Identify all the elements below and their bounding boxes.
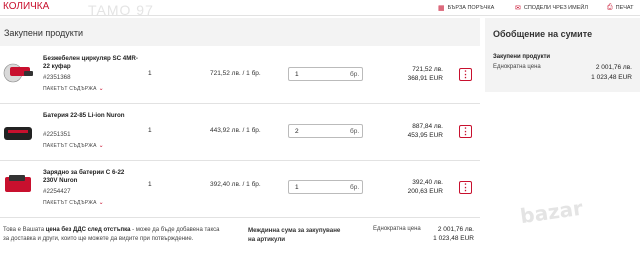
row-menu-button[interactable]: ⋮ (459, 181, 472, 194)
unit-price: 721,52 лв. / 1 бр. (210, 70, 261, 77)
product-number: #2254427 (43, 188, 71, 195)
bazar-watermark: bazar (518, 195, 585, 229)
chevron-down-icon: ⌄ (98, 143, 104, 149)
summary-total-bgn: 2 001,76 лв. (595, 64, 632, 71)
chevron-down-icon: ⌄ (98, 86, 104, 92)
row-menu-button[interactable]: ⋮ (459, 68, 472, 81)
product-number: #2351368 (43, 74, 71, 81)
print-link[interactable]: ⎙ ПЕЧАТ (607, 4, 634, 12)
quantity-label: 1 (148, 181, 152, 188)
package-toggle[interactable]: ПАКЕТЪТ СЪДЪРЖА ⌄ (43, 142, 104, 149)
battery-image (4, 127, 32, 140)
summary-title: Обобщение на сумите (493, 29, 593, 39)
chevron-down-icon: ⌄ (98, 200, 104, 206)
product-name[interactable]: Батерия 22-85 Li-ion Nuron (43, 112, 138, 120)
summary-subtitle: Закупени продукти (493, 54, 551, 60)
fast-order-link[interactable]: ▦ БЪРЗА ПОРЪЧКА (438, 4, 494, 12)
summary-total-eur: 1 023,48 EUR (591, 74, 632, 81)
summary-panel: Обобщение на сумите Закупени продукти Ед… (485, 18, 640, 92)
fast-order-icon: ▦ (438, 5, 445, 12)
product-number: #2251351 (43, 131, 71, 138)
products-header: Закупени продукти (0, 18, 480, 46)
product-row: Безжебелен циркуляр SC 4MR-22 куфар #235… (0, 47, 480, 104)
section-title: Закупени продукти (4, 28, 83, 38)
header-divider (0, 15, 640, 16)
vat-note: Това е Вашата цена без ДДС след отстъпка… (3, 227, 220, 242)
footer-total-eur: 1 023,48 EUR (433, 235, 474, 242)
charger-image (5, 175, 31, 192)
quantity-input[interactable]: 1 бр. (288, 67, 363, 81)
quantity-input[interactable]: 1 бр. (288, 180, 363, 194)
footer-total-bgn: 2 001,76 лв. (437, 226, 474, 233)
product-row: Батерия 22-85 Li-ion Nuron #2251351 ПАКЕ… (0, 104, 480, 161)
summary-price-label: Еднократна цена (493, 64, 541, 70)
subtotal-label: Междинна сума за закупуване на артикули (248, 227, 341, 243)
print-icon: ⎙ (607, 4, 613, 11)
product-name[interactable]: Зарядно за батерии C 6-22 230V Nuron (43, 169, 138, 185)
quantity-label: 1 (148, 70, 152, 77)
share-email-icon: ✉ (515, 5, 521, 12)
unit-price: 392,40 лв. / 1 бр. (210, 181, 261, 188)
circular-saw-image (3, 63, 33, 83)
share-email-link[interactable]: ✉ СПОДЕЛИ ЧРЕЗ ИМЕЙЛ (515, 4, 588, 12)
package-toggle[interactable]: ПАКЕТЪТ СЪДЪРЖА ⌄ (43, 199, 104, 206)
quantity-input[interactable]: 2 бр. (288, 124, 363, 138)
product-row: Зарядно за батерии C 6-22 230V Nuron #22… (0, 161, 480, 218)
product-name[interactable]: Безжебелен циркуляр SC 4MR-22 куфар (43, 55, 138, 71)
row-menu-button[interactable]: ⋮ (459, 125, 472, 138)
package-toggle[interactable]: ПАКЕТЪТ СЪДЪРЖА ⌄ (43, 85, 104, 92)
quantity-label: 1 (148, 127, 152, 134)
unit-price: 443,92 лв. / 1 бр. (210, 127, 261, 134)
page-title: КОЛИЧКА (3, 1, 50, 12)
